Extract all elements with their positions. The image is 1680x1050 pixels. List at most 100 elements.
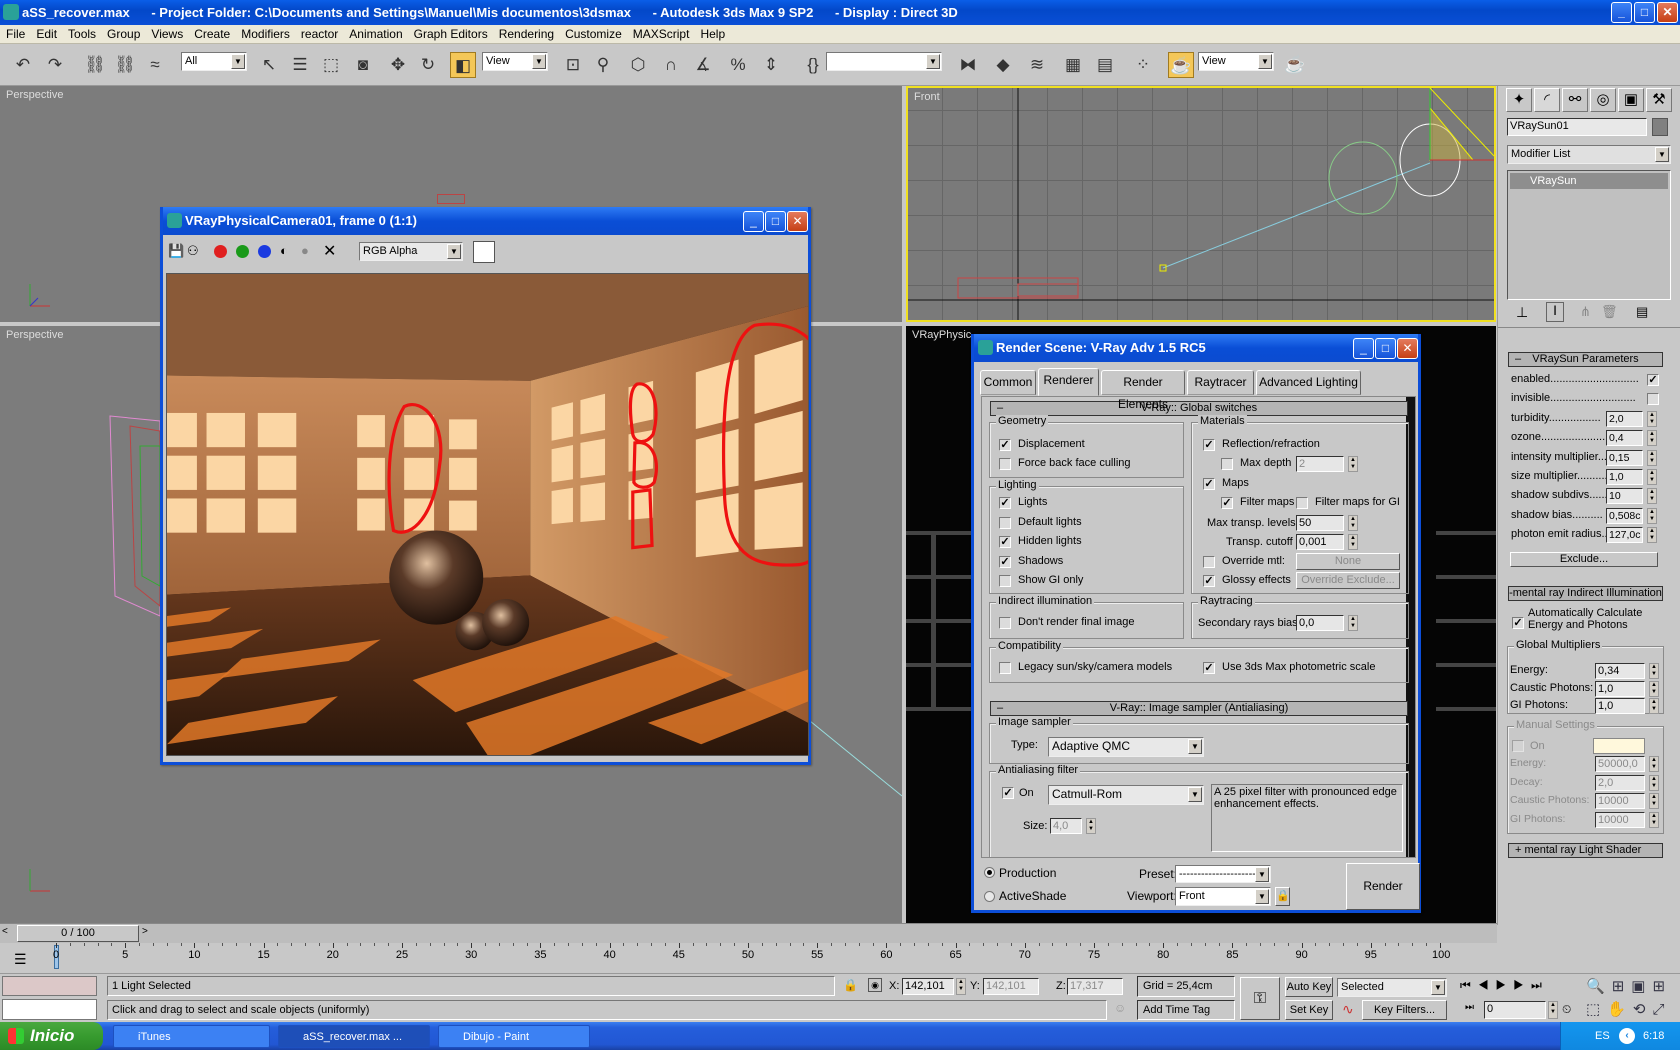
modify-tab-icon[interactable]: ◜ xyxy=(1534,88,1560,112)
time-tag-icon[interactable]: ☺ xyxy=(1114,1001,1126,1015)
viewport-front[interactable]: Front xyxy=(906,86,1496,322)
aa-filter-dropdown[interactable]: Catmull-Rom ▼ xyxy=(1048,785,1204,805)
language-indicator[interactable]: ES xyxy=(1595,1022,1610,1050)
undo-icon[interactable]: ↶ xyxy=(10,52,36,78)
scale-icon[interactable]: ◧ xyxy=(450,52,476,78)
max-depth-checkbox[interactable] xyxy=(1221,458,1233,470)
rs-minimize-button[interactable]: _ xyxy=(1353,338,1374,359)
frame-spinner[interactable]: ▲ ▼ xyxy=(1548,1001,1558,1019)
channel-dropdown[interactable]: RGB Alpha ▼ xyxy=(359,242,463,261)
go-to-start-icon[interactable]: ⏮ xyxy=(1460,978,1478,992)
maximize-button[interactable]: □ xyxy=(1634,2,1655,23)
auto-calculate-checkbox[interactable]: ✓ xyxy=(1512,617,1524,629)
z-coordinate-field[interactable]: 17,317 xyxy=(1067,978,1123,995)
time-slider[interactable]: 0 / 100 xyxy=(17,925,139,942)
hidden-lights-checkbox[interactable]: ✓ xyxy=(999,536,1011,548)
arc-rotate-icon[interactable]: ⟲ xyxy=(1633,1001,1653,1018)
menu-maxscript[interactable]: MAXScript xyxy=(627,25,695,41)
unlink-icon[interactable]: ⛓ xyxy=(112,52,138,78)
monochrome-icon[interactable]: ● xyxy=(301,243,309,258)
legacy-models-checkbox[interactable] xyxy=(999,662,1011,674)
param-field[interactable]: 10 xyxy=(1606,488,1643,505)
object-name-field[interactable]: VRaySun01 xyxy=(1507,118,1647,136)
param-spinner[interactable]: ▲ ▼ xyxy=(1647,449,1657,466)
clone-frame-icon[interactable]: ⚇ xyxy=(187,243,199,259)
rs-close-button[interactable]: ✕ xyxy=(1397,338,1418,359)
menu-create[interactable]: Create xyxy=(188,25,235,41)
hierarchy-tab-icon[interactable]: ⚯ xyxy=(1562,88,1588,112)
collapse-icon[interactable]: – xyxy=(997,702,1003,715)
ms-spinner[interactable]: ▲ ▼ xyxy=(1649,774,1659,791)
dont-render-final-image-checkbox[interactable] xyxy=(999,617,1011,629)
select-by-name-icon[interactable]: ☰ xyxy=(287,52,313,78)
param-field[interactable]: 0,15 xyxy=(1606,449,1643,466)
ms-spinner[interactable]: ▲ ▼ xyxy=(1649,811,1659,828)
fb-maximize-button[interactable]: □ xyxy=(765,211,786,232)
filter-maps-checkbox[interactable]: ✓ xyxy=(1221,497,1233,509)
maximize-viewport-icon[interactable]: ⤢ xyxy=(1652,1001,1671,1018)
add-time-tag[interactable]: Add Time Tag xyxy=(1137,1000,1235,1020)
use-pivot-icon[interactable]: ⊡ xyxy=(560,52,586,78)
aa-size-field[interactable]: 4,0 xyxy=(1050,818,1082,834)
configure-modifier-sets-icon[interactable]: ▤ xyxy=(1636,304,1648,320)
blue-channel-icon[interactable] xyxy=(258,245,271,258)
create-tab-icon[interactable]: ✦ xyxy=(1506,88,1532,112)
render-button[interactable]: Render xyxy=(1346,863,1420,910)
reference-coord-dropdown[interactable]: View ▼ xyxy=(482,52,548,71)
go-to-end-icon[interactable]: ⏭ xyxy=(1531,978,1549,992)
angle-snap-icon[interactable]: ∡ xyxy=(690,52,716,78)
utilities-tab-icon[interactable]: ⚒ xyxy=(1646,88,1672,112)
max-depth-field-spinner[interactable]: ▲ ▼ xyxy=(1348,456,1358,472)
key-mode-toggle-icon[interactable]: ⏭ xyxy=(1465,1002,1474,1013)
aa-size-field-spinner[interactable]: ▲ ▼ xyxy=(1086,818,1096,834)
show-hidden-icons-icon[interactable]: ‹ xyxy=(1619,1028,1635,1044)
rollout-global-switches[interactable]: – V-Ray:: Global switches xyxy=(990,401,1408,416)
align-icon[interactable]: ◆ xyxy=(990,52,1016,78)
x-coordinate-field[interactable]: 142,101 xyxy=(902,978,954,995)
lock-viewport-icon[interactable]: 🔒 xyxy=(1275,887,1290,906)
rotate-icon[interactable]: ↻ xyxy=(415,52,441,78)
ms-field[interactable]: 2,0 xyxy=(1595,774,1645,791)
gm-field[interactable]: 1,0 xyxy=(1595,698,1645,714)
gm-field[interactable]: 0,34 xyxy=(1595,663,1645,679)
display-tab-icon[interactable]: ▣ xyxy=(1618,88,1644,112)
time-next-arrow[interactable]: > xyxy=(142,926,148,937)
set-key-button[interactable]: Set Key xyxy=(1285,1000,1333,1020)
override-mtl-button[interactable]: None xyxy=(1296,553,1400,570)
maxscript-listener-mini[interactable] xyxy=(2,976,97,996)
menu-help[interactable]: Help xyxy=(694,25,730,41)
zoom-icon[interactable]: 🔍 xyxy=(1586,978,1612,995)
gm-spinner[interactable]: ▲ ▼ xyxy=(1649,680,1659,697)
show-end-result-icon[interactable]: Ⅰ xyxy=(1546,302,1564,322)
menu-group[interactable]: Group xyxy=(101,25,145,41)
save-image-icon[interactable]: 💾 xyxy=(168,243,184,259)
maps-checkbox[interactable]: ✓ xyxy=(1203,478,1215,490)
curve-editor-icon[interactable]: ▦ xyxy=(1060,52,1086,78)
rs-maximize-button[interactable]: □ xyxy=(1375,338,1396,359)
layer-manager-icon[interactable]: ≋ xyxy=(1024,52,1050,78)
quick-render-icon[interactable]: ☕ xyxy=(1282,52,1308,78)
collapse-icon[interactable]: – xyxy=(1515,353,1521,366)
bind-spacewarp-icon[interactable]: ≈ xyxy=(142,52,168,78)
menu-edit[interactable]: Edit xyxy=(30,25,62,41)
max-depth-field[interactable]: 2 xyxy=(1296,456,1344,472)
named-selection-dropdown[interactable]: ▼ xyxy=(826,52,942,71)
stack-item-vraysun[interactable]: VRaySun xyxy=(1510,173,1668,189)
tab-advanced-lighting[interactable]: Advanced Lighting xyxy=(1256,370,1361,395)
tab-common[interactable]: Common xyxy=(980,370,1036,395)
lights-checkbox[interactable]: ✓ xyxy=(999,497,1011,509)
menu-rendering[interactable]: Rendering xyxy=(493,25,559,41)
snap-3d-icon[interactable]: ∩ xyxy=(658,52,684,78)
collapse-icon[interactable]: – xyxy=(997,402,1003,415)
track-bar[interactable]: ☰ 0 5 10 15 20 25 30 35 40 45 50 55 60 65 70 75 80 85 90 95… xyxy=(0,943,1497,973)
filter-maps-for-gi-checkbox[interactable] xyxy=(1296,497,1308,509)
select-object-icon[interactable]: ↖ xyxy=(256,52,282,78)
render-scene-icon[interactable]: ☕ xyxy=(1168,52,1194,78)
param-spinner[interactable]: ▲ ▼ xyxy=(1647,469,1657,485)
transp-cutoff-field-spinner[interactable]: ▲ ▼ xyxy=(1348,534,1358,550)
minimize-button[interactable]: _ xyxy=(1611,2,1632,23)
green-channel-icon[interactable] xyxy=(236,245,249,258)
x-spinner[interactable]: ▲ ▼ xyxy=(956,978,966,995)
motion-tab-icon[interactable]: ◎ xyxy=(1590,88,1616,112)
param-field[interactable]: 127,0c xyxy=(1606,527,1643,544)
